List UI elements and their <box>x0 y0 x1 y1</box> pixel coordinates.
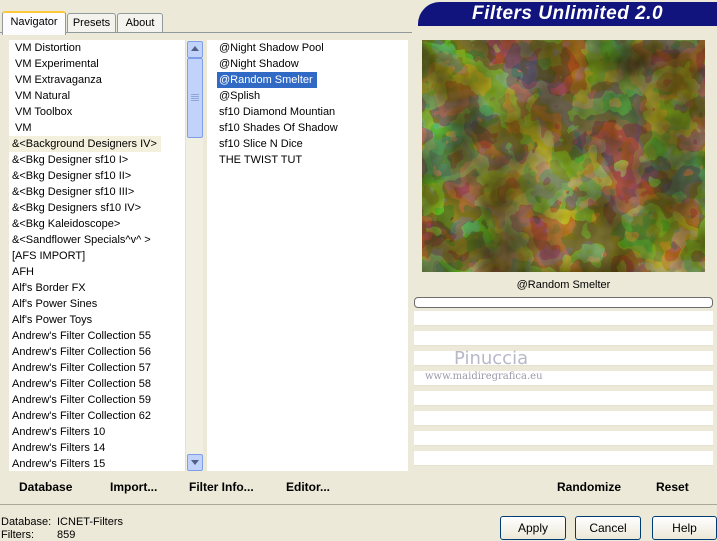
category-scrollbar[interactable] <box>185 40 203 471</box>
grip-line <box>191 96 199 97</box>
category-item[interactable]: VM Extravaganza <box>9 72 185 88</box>
slider-row[interactable] <box>414 311 713 326</box>
category-item[interactable]: &<Bkg Designers sf10 IV> <box>9 200 185 216</box>
scroll-down-button[interactable] <box>187 454 203 471</box>
category-item[interactable]: Andrew's Filter Collection 58 <box>9 376 185 392</box>
slider-row[interactable] <box>414 411 713 426</box>
category-item[interactable]: Alf's Power Sines <box>9 296 185 312</box>
category-item[interactable]: VM Experimental <box>9 56 185 72</box>
filters-value: 859 <box>57 529 76 541</box>
category-item[interactable]: AFH <box>9 264 185 280</box>
filter-item[interactable]: @Splish <box>217 88 408 104</box>
slider-row[interactable] <box>414 451 713 466</box>
slider-row[interactable] <box>414 331 713 346</box>
filter-list[interactable]: @Night Shadow Pool @Night Shadow @Random S… <box>207 40 408 471</box>
cancel-button[interactable]: Cancel <box>575 516 641 540</box>
category-item[interactable]: Andrew's Filters 15 <box>9 456 185 471</box>
watermark-url: www.maidiregrafica.eu <box>425 371 543 382</box>
category-item[interactable]: VM Distortion <box>9 40 185 56</box>
filter-item[interactable]: sf10 Slice N Dice <box>217 136 408 152</box>
preview-filter-name: @Random Smelter <box>516 279 611 291</box>
import-button[interactable]: Import... <box>110 480 157 494</box>
help-button[interactable]: Help <box>652 516 717 540</box>
category-item[interactable]: Andrew's Filter Collection 57 <box>9 360 185 376</box>
category-item[interactable]: Andrew's Filter Collection 56 <box>9 344 185 360</box>
database-value: ICNET-Filters <box>57 516 123 528</box>
watermark-name: Pinuccia <box>454 348 529 369</box>
filter-item[interactable]: sf10 Diamond Mountian <box>217 104 408 120</box>
reset-button[interactable]: Reset <box>656 480 689 494</box>
grip-line <box>191 98 199 99</box>
category-item[interactable]: Andrew's Filter Collection 62 <box>9 408 185 424</box>
category-item[interactable]: &<Bkg Designer sf10 II> <box>9 168 185 184</box>
app-title-banner: Filters Unlimited 2.0 <box>418 2 717 26</box>
category-item[interactable]: VM Toolbox <box>9 104 185 120</box>
category-item[interactable]: &<Background Designers IV> <box>9 136 161 152</box>
database-button[interactable]: Database <box>19 480 72 494</box>
grip-line <box>191 94 199 95</box>
filter-item[interactable]: THE TWIST TUT <box>217 152 408 168</box>
category-item[interactable]: VM <box>9 120 185 136</box>
tab-navigator[interactable]: Navigator <box>2 11 66 35</box>
category-item[interactable]: Andrew's Filter Collection 59 <box>9 392 185 408</box>
progress-bar <box>414 297 713 308</box>
filter-item[interactable]: @Night Shadow Pool <box>217 40 408 56</box>
category-list[interactable]: VM Distortion VM Experimental VM Extravaga… <box>9 40 185 471</box>
tab-presets[interactable]: Presets <box>67 13 116 33</box>
category-item[interactable]: &<Bkg Designer sf10 III> <box>9 184 185 200</box>
filter-item[interactable]: sf10 Shades Of Shadow <box>217 120 408 136</box>
category-item[interactable]: &<Bkg Kaleidoscope> <box>9 216 185 232</box>
category-item[interactable]: Andrew's Filters 10 <box>9 424 185 440</box>
divider <box>0 504 717 505</box>
scroll-thumb[interactable] <box>187 58 203 138</box>
category-item[interactable]: Alf's Power Toys <box>9 312 185 328</box>
filter-item[interactable]: @Random Smelter <box>217 72 317 88</box>
randomize-button[interactable]: Randomize <box>557 480 621 494</box>
editor-button[interactable]: Editor... <box>286 480 330 494</box>
grip-line <box>191 100 199 101</box>
category-item[interactable]: &<Sandflower Specials^v^ > <box>9 232 185 248</box>
slider-row[interactable] <box>414 391 713 406</box>
category-item[interactable]: Andrew's Filters 14 <box>9 440 185 456</box>
filters-label: Filters: <box>1 529 34 541</box>
category-item[interactable]: [AFS IMPORT] <box>9 248 185 264</box>
category-item[interactable]: Alf's Border FX <box>9 280 185 296</box>
apply-button[interactable]: Apply <box>500 516 566 540</box>
filter-info-button[interactable]: Filter Info... <box>189 480 254 494</box>
category-item[interactable]: &<Bkg Designer sf10 I> <box>9 152 185 168</box>
database-label: Database: <box>1 516 52 528</box>
chevron-up-icon <box>191 46 199 51</box>
scroll-up-button[interactable] <box>187 41 203 58</box>
filter-item[interactable]: @Night Shadow <box>217 56 408 72</box>
slider-row[interactable] <box>414 431 713 446</box>
category-item[interactable]: VM Natural <box>9 88 185 104</box>
tab-about[interactable]: About <box>117 13 163 33</box>
chevron-down-icon <box>191 460 199 465</box>
category-item[interactable]: Andrew's Filter Collection 55 <box>9 328 185 344</box>
preview-frame <box>414 34 713 274</box>
preview-image <box>422 40 705 272</box>
